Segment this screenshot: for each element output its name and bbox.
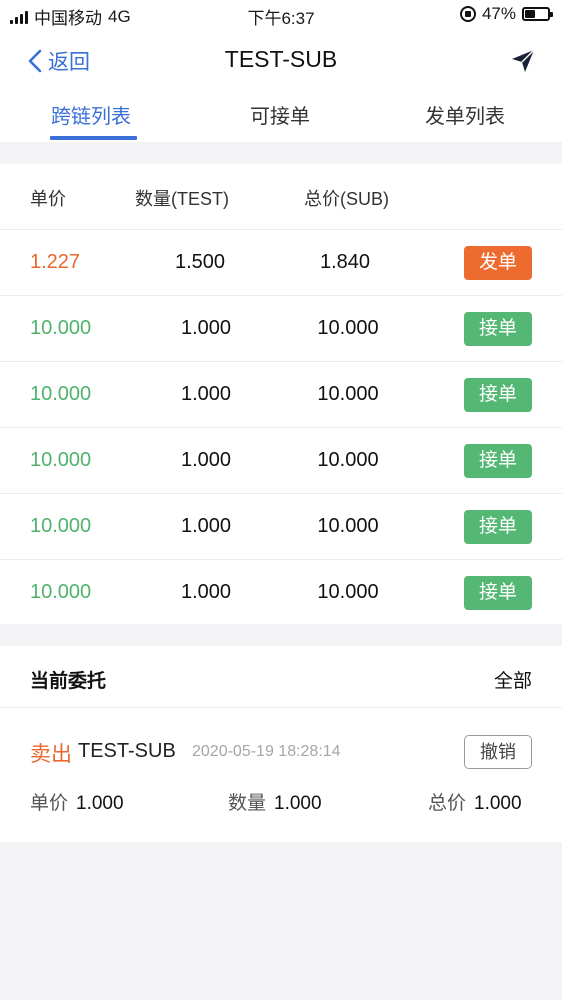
row-quantity: 1.000 bbox=[180, 449, 232, 471]
current-orders: 当前委托 全部 卖出 TEST-SUB 2020-05-19 18:28:14 … bbox=[0, 646, 562, 842]
table-row: 10.000 1.000 10.000 接单 bbox=[0, 296, 562, 362]
order-price: 单价 1.000 bbox=[30, 788, 124, 815]
orientation-lock-icon bbox=[459, 6, 476, 22]
order-quantity: 数量 1.000 bbox=[228, 788, 322, 815]
orders-title: 当前委托 bbox=[30, 671, 107, 692]
order-price-value: 1.000 bbox=[76, 793, 124, 814]
row-quantity: 1.000 bbox=[180, 317, 232, 339]
row-total: 10.000 bbox=[317, 515, 379, 537]
issue-order-button[interactable]: 发单 bbox=[464, 246, 532, 280]
order-side: 卖出 bbox=[30, 743, 72, 766]
order-time: 2020-05-19 18:28:14 bbox=[192, 743, 341, 760]
nav-bar: 返回 TEST-SUB bbox=[0, 30, 562, 92]
row-total: 10.000 bbox=[317, 581, 379, 603]
row-price: 1.227 bbox=[30, 251, 81, 273]
header-price: 单价 bbox=[30, 189, 66, 209]
row-total: 10.000 bbox=[317, 449, 379, 471]
accept-order-button[interactable]: 接单 bbox=[464, 444, 532, 478]
cancel-order-button[interactable]: 撤销 bbox=[464, 735, 532, 769]
order-total: 总价 1.000 bbox=[428, 788, 522, 815]
row-total: 10.000 bbox=[317, 317, 379, 339]
row-total: 1.840 bbox=[319, 251, 371, 273]
row-price: 10.000 bbox=[30, 581, 92, 603]
row-price: 10.000 bbox=[30, 515, 92, 537]
row-price: 10.000 bbox=[30, 383, 92, 405]
table-row: 10.000 1.000 10.000 接单 bbox=[0, 428, 562, 494]
order-quantity-value: 1.000 bbox=[274, 793, 322, 814]
orders-header: 当前委托 全部 bbox=[0, 646, 562, 708]
battery-icon bbox=[522, 7, 553, 21]
status-right: 47% bbox=[459, 4, 553, 24]
accept-order-button[interactable]: 接单 bbox=[464, 378, 532, 412]
order-quantity-label: 数量 bbox=[228, 793, 267, 814]
order-item: 卖出 TEST-SUB 2020-05-19 18:28:14 撤销 单价 1.0… bbox=[0, 708, 562, 842]
status-bar: 中国移动 4G 下午6:37 47% bbox=[0, 0, 562, 30]
table-row: 10.000 1.000 10.000 接单 bbox=[0, 494, 562, 560]
order-total-value: 1.000 bbox=[474, 793, 522, 814]
row-price: 10.000 bbox=[30, 317, 92, 339]
battery-percent: 47% bbox=[481, 4, 516, 23]
row-total: 10.000 bbox=[317, 383, 379, 405]
list-header: 单价 数量(TEST) 总价(SUB) bbox=[0, 164, 562, 230]
tab-acceptable[interactable]: 可接单 bbox=[250, 100, 310, 129]
back-button[interactable]: 返回 bbox=[26, 46, 90, 76]
row-quantity: 1.500 bbox=[174, 251, 226, 273]
row-quantity: 1.000 bbox=[180, 581, 232, 603]
send-icon[interactable] bbox=[510, 48, 536, 74]
table-row: 10.000 1.000 10.000 接单 bbox=[0, 362, 562, 428]
tab-issued-list[interactable]: 发单列表 bbox=[425, 100, 505, 129]
accept-order-button[interactable]: 接单 bbox=[464, 510, 532, 544]
chevron-left-icon bbox=[28, 49, 42, 73]
header-total: 总价(SUB) bbox=[304, 189, 389, 209]
row-quantity: 1.000 bbox=[180, 515, 232, 537]
tab-cross-chain-list[interactable]: 跨链列表 bbox=[51, 100, 131, 129]
row-price: 10.000 bbox=[30, 449, 92, 471]
order-list: 单价 数量(TEST) 总价(SUB) 1.227 1.500 1.840 发单 10.… bbox=[0, 164, 562, 624]
active-tab-indicator bbox=[50, 136, 137, 140]
back-label: 返回 bbox=[48, 51, 90, 74]
all-orders-link[interactable]: 全部 bbox=[494, 666, 532, 693]
order-total-label: 总价 bbox=[428, 793, 467, 814]
order-price-label: 单价 bbox=[30, 793, 69, 814]
row-quantity: 1.000 bbox=[180, 383, 232, 405]
order-pair: TEST-SUB bbox=[78, 740, 176, 762]
header-quantity: 数量(TEST) bbox=[135, 189, 229, 209]
tab-bar: 跨链列表 可接单 发单列表 bbox=[0, 92, 562, 142]
accept-order-button[interactable]: 接单 bbox=[464, 576, 532, 610]
accept-order-button[interactable]: 接单 bbox=[464, 312, 532, 346]
table-row: 1.227 1.500 1.840 发单 bbox=[0, 230, 562, 296]
table-row: 10.000 1.000 10.000 接单 bbox=[0, 560, 562, 626]
